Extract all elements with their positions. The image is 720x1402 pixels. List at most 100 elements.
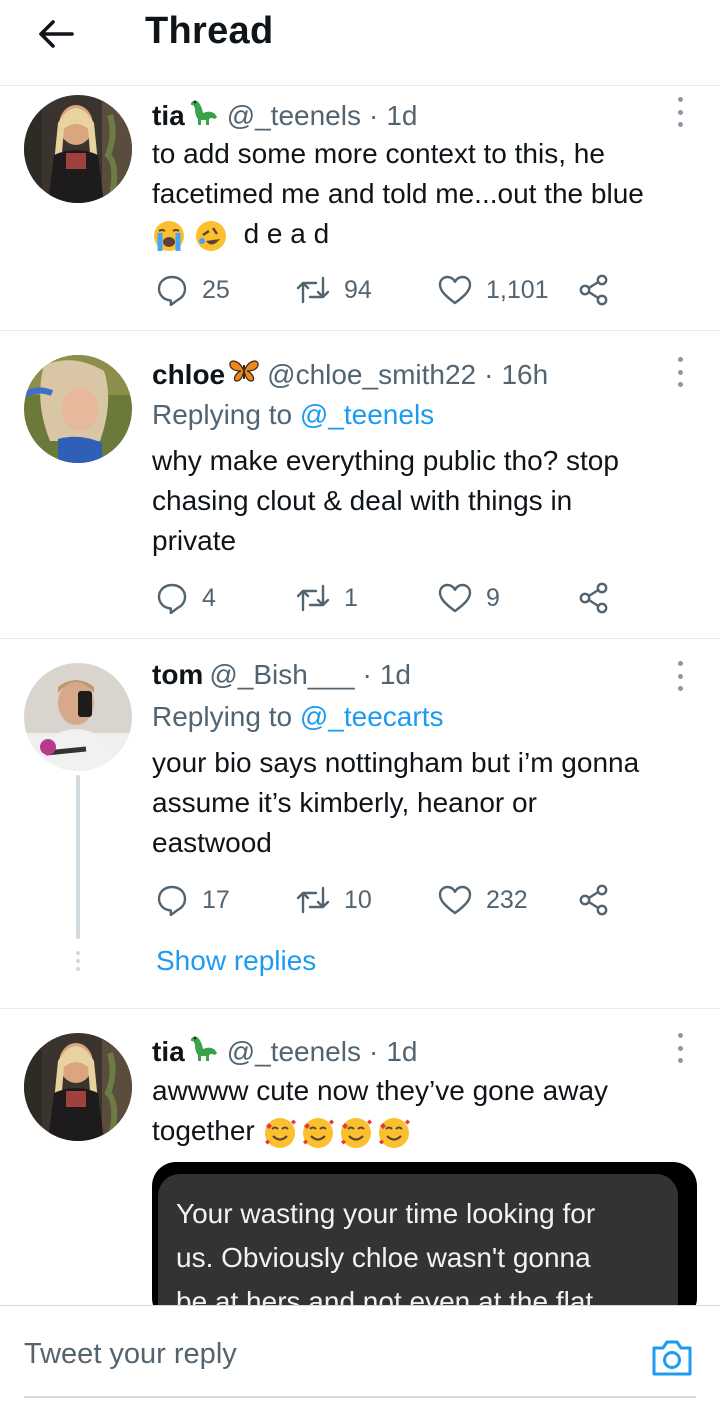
avatar[interactable] [24,95,132,203]
smiling-face-with-hearts-emoji-icon [263,1115,413,1148]
retweet-button[interactable]: 10 [296,880,372,920]
retweet-count: 10 [344,885,372,914]
rolling-on-floor-laughing-emoji-icon [195,220,226,251]
heart-icon [438,583,472,613]
loudly-crying-face-emoji-icon [154,220,184,251]
replying-to: Replying to @_teenels [152,399,434,431]
tweet-text: why make everything public tho? stop cha… [152,441,692,561]
author-handle[interactable]: @_teenels [227,1036,361,1068]
reply-button[interactable]: 4 [156,578,216,618]
media-text-line: Your wasting your time looking for [176,1198,596,1229]
tweet-text-line: private [152,525,237,556]
heart-icon [438,275,472,305]
page-title: Thread [145,10,274,52]
tweet-text-line: facetimed me and told me...out the blue [152,178,644,209]
top-app-bar: Thread [0,0,720,86]
tweet-text-line: assume it’s kimberly, heanor or [152,787,537,818]
tweet-timestamp[interactable]: 1d [380,659,411,691]
reply-icon [157,885,187,916]
tweet-text: your bio says nottingham but i’m gonna a… [152,743,692,863]
tweet-timestamp[interactable]: 16h [501,359,548,391]
sauropod-emoji-icon [187,1033,221,1070]
share-icon [579,884,608,916]
like-count: 232 [486,885,528,914]
thread-connector [76,775,80,939]
reply-count: 4 [202,583,216,612]
tweet-text-line: why make everything public tho? stop [152,445,619,476]
heart-icon [438,885,472,915]
reply-count: 25 [202,275,230,304]
retweet-count: 94 [344,275,372,304]
share-button[interactable] [578,578,610,618]
tweet-actions: 25 94 1,101 [152,270,622,310]
like-count: 1,101 [486,275,549,304]
tweet-1[interactable]: tia @_teenels · 1d to add some more cont… [0,87,720,331]
avatar[interactable] [24,355,132,463]
tweet-timestamp[interactable]: 1d [386,100,417,132]
tweet-text-line: d e a d [152,214,692,254]
tweet-text-line: chasing clout & deal with things in [152,485,573,516]
author-name[interactable]: tia [152,100,185,132]
retweet-count: 1 [344,583,358,612]
back-button[interactable] [34,14,78,54]
retweet-icon [296,584,330,612]
more-options-icon[interactable] [672,1033,688,1063]
author-handle[interactable]: @_Bish___ [209,659,354,691]
author-name[interactable]: tom [152,659,203,691]
retweet-icon [296,276,330,304]
like-button[interactable]: 1,101 [438,270,549,310]
meta-separator: · [368,1035,379,1067]
camera-icon [652,1340,692,1376]
author-name[interactable]: tia [152,1036,185,1068]
tweet-header: tom @_Bish___ · 1d [152,659,411,691]
tweet-header: tia @_teenels · 1d [152,97,417,134]
reply-button[interactable]: 17 [156,880,230,920]
tweet-text-line: your bio says nottingham but i’m gonna [152,747,640,778]
share-icon [579,274,608,306]
more-options-icon[interactable] [672,97,688,127]
tweet-2[interactable]: chloe @chloe_smith22 · 16h Replying to @… [0,331,720,639]
share-icon [579,582,608,614]
tweet-text-tail: d e a d [243,218,330,249]
replying-to-link[interactable]: @_teecarts [300,701,444,732]
author-name[interactable]: chloe [152,359,225,391]
more-options-icon[interactable] [672,661,688,691]
tweet-text-line-2: together [152,1115,255,1146]
share-button[interactable] [578,880,610,920]
reply-icon [157,583,187,614]
camera-button[interactable] [650,1336,694,1380]
like-button[interactable]: 9 [438,578,500,618]
show-replies-link[interactable]: Show replies [156,945,316,977]
tweet-media-image[interactable]: Your wasting your time looking for us. O… [152,1162,697,1322]
message-bubble: Your wasting your time looking for us. O… [158,1174,678,1322]
avatar[interactable] [24,663,132,771]
meta-separator: · [362,659,372,690]
like-button[interactable]: 232 [438,880,528,920]
retweet-button[interactable]: 1 [296,578,358,618]
tweet-text: to add some more context to this, he fac… [152,134,692,254]
like-count: 9 [486,583,500,612]
share-button[interactable] [578,270,610,310]
reply-icon [157,275,187,306]
meta-separator: · [484,358,494,390]
tweet-3[interactable]: tom @_Bish___ · 1d Replying to @_teecart… [0,639,720,1009]
reply-count: 17 [202,885,230,914]
tweet-timestamp[interactable]: 1d [386,1036,417,1068]
tweet-text-line: together [152,1111,692,1151]
tweet-header: chloe @chloe_smith22 · 16h [152,357,548,392]
media-text-line: us. Obviously chloe wasn't gonna [176,1242,591,1273]
avatar[interactable] [24,1033,132,1141]
replying-to-link[interactable]: @_teenels [300,399,434,430]
sauropod-emoji-icon [187,97,221,134]
more-options-icon[interactable] [672,357,688,387]
tweet-actions: 17 10 232 [152,880,622,920]
author-handle[interactable]: @_teenels [227,100,361,132]
retweet-icon [296,886,330,914]
author-handle[interactable]: @chloe_smith22 [267,359,476,391]
meta-separator: · [368,99,379,131]
replying-prefix: Replying to [152,399,293,430]
retweet-button[interactable]: 94 [296,270,372,310]
tweet-text-line: awwww cute now they’ve gone away [152,1075,609,1106]
reply-input[interactable]: Tweet your reply [24,1338,237,1371]
reply-button[interactable]: 25 [156,270,230,310]
